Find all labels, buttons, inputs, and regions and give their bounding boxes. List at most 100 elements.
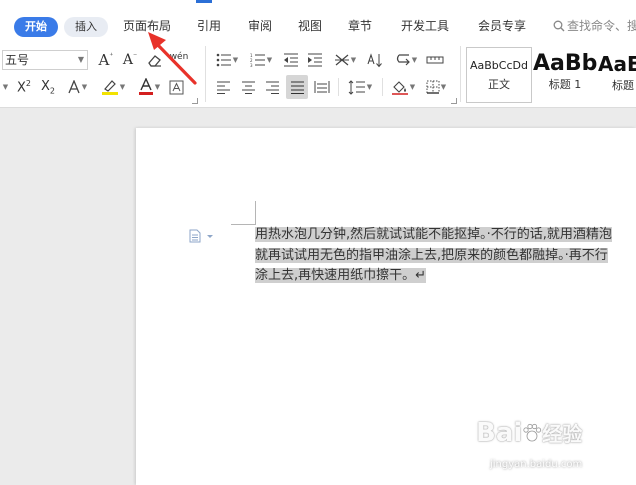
borders-icon <box>426 80 440 94</box>
style-heading-1[interactable]: AaBb 标题 1 <box>533 47 597 103</box>
tab-section[interactable]: 章节 <box>348 14 372 38</box>
style-heading-1-label: 标题 1 <box>548 78 582 91</box>
align-right-icon <box>265 81 279 94</box>
borders-button[interactable]: ▼ <box>423 76 449 98</box>
chinese-layout-button[interactable]: ▼ <box>332 49 358 71</box>
highlight-color-button[interactable]: ▼ <box>99 76 127 98</box>
text-line: 用热水泡几分钟,然后就试试能不能抠掉。·不行的话,就用酒精泡 <box>255 225 636 246</box>
down-caret-icon: ⁻ <box>132 51 138 60</box>
highlighter-icon <box>101 80 118 95</box>
paragraph-dialog-launcher[interactable] <box>451 98 457 104</box>
tab-member[interactable]: 会员专享 <box>478 14 526 38</box>
style-heading-2-label: 标题 <box>612 79 634 92</box>
tab-review[interactable]: 审阅 <box>248 14 272 38</box>
search-commands[interactable]: 查找命令、搜 <box>553 14 636 38</box>
show-hide-marks-button[interactable]: ▼ <box>392 49 420 71</box>
style-normal-label: 正文 <box>488 78 510 91</box>
font-group-more-button[interactable]: ▼ <box>0 76 10 98</box>
document-body-text[interactable]: 用热水泡几分钟,然后就试试能不能抠掉。·不行的话,就用酒精泡 就再试试用无色的指… <box>255 225 636 287</box>
font-size-value: 五号 <box>5 53 30 67</box>
search-icon <box>553 20 565 32</box>
subscript-icon: X2 <box>41 78 55 96</box>
outdent-icon <box>284 53 298 67</box>
chevron-down-icon: ▼ <box>411 56 418 64</box>
chevron-down-icon: ▼ <box>366 83 373 91</box>
text-line: 涂上去,再快速用纸巾擦干。↵ <box>255 266 636 287</box>
separator <box>460 46 461 102</box>
justify-button[interactable] <box>286 75 308 99</box>
paragraph-handle-icon[interactable] <box>188 228 216 247</box>
align-center-button[interactable] <box>239 76 257 98</box>
chevron-down-icon: ▼ <box>350 56 357 64</box>
sort-icon <box>367 53 382 68</box>
baidu-watermark: Bai 经验 jingyan.baidu.com <box>468 412 636 485</box>
ruler-icon <box>426 56 444 64</box>
style-heading-1-sample: AaBb <box>533 51 597 76</box>
decrease-font-size-button[interactable]: A ⁻ <box>120 49 140 71</box>
paw-icon <box>522 420 542 442</box>
justify-icon <box>290 81 304 94</box>
align-center-icon <box>241 81 255 94</box>
numbered-list-icon: 123 <box>250 53 265 67</box>
chevron-down-icon: ▼ <box>266 56 273 64</box>
chevron-down-icon: ▼ <box>77 55 84 64</box>
style-normal-sample: AaBbCcDd <box>470 59 528 72</box>
text-line: 就再试试用无色的指甲油涂上去,把原来的颜色都融掉。·再不行 <box>255 246 636 267</box>
paragraph-mark-icon <box>396 54 410 66</box>
tab-home[interactable]: 开始 <box>14 17 58 37</box>
grow-font-icon: A <box>98 51 110 69</box>
tab-stops-button[interactable] <box>425 49 445 71</box>
search-placeholder: 查找命令、搜 <box>567 19 636 33</box>
bullet-list-icon <box>216 53 231 67</box>
home-ribbon: 五号 ▼ A⁺ A⁻ wén ▼ X2 X2 ▼ ▼ ▼ ▼ 123▼ <box>0 40 636 108</box>
superscript-button[interactable]: X2 <box>14 76 34 98</box>
chevron-down-icon: ▼ <box>2 83 9 91</box>
chinese-layout-icon <box>334 54 349 66</box>
shrink-font-icon: A <box>122 52 133 68</box>
style-heading-2[interactable]: AaE 标题 <box>598 47 636 103</box>
margin-crop-mark <box>231 224 255 225</box>
paint-bucket-icon <box>391 81 408 95</box>
distributed-align-button[interactable] <box>313 76 331 98</box>
bullet-list-button[interactable]: ▼ <box>214 49 240 71</box>
active-window-indicator <box>196 0 212 3</box>
separator <box>338 78 339 96</box>
style-normal[interactable]: AaBbCcDd 正文 <box>466 47 532 103</box>
distributed-align-icon <box>314 81 330 93</box>
sort-button[interactable] <box>366 49 384 71</box>
separator <box>382 78 383 96</box>
subscript-button[interactable]: X2 <box>38 76 58 98</box>
watermark-url: jingyan.baidu.com <box>490 459 583 470</box>
tab-insert[interactable]: 插入 <box>64 17 108 37</box>
decrease-indent-button[interactable] <box>282 49 300 71</box>
tab-references[interactable]: 引用 <box>197 14 221 38</box>
align-right-button[interactable] <box>263 76 281 98</box>
line-spacing-button[interactable]: ▼ <box>346 76 374 98</box>
text-effect-button[interactable]: ▼ <box>64 76 90 98</box>
watermark-logo: Bai 经验 <box>476 418 583 448</box>
style-heading-2-sample: AaE <box>598 52 636 76</box>
increase-indent-button[interactable] <box>306 49 324 71</box>
selected-text: 用热水泡几分钟,然后就试试能不能抠掉。·不行的话,就用酒精泡 <box>255 227 612 242</box>
tab-view[interactable]: 视图 <box>298 14 322 38</box>
increase-font-size-button[interactable]: A ⁺ <box>96 49 116 71</box>
margin-crop-mark <box>255 201 256 225</box>
separator <box>205 46 206 102</box>
chevron-down-icon: ▼ <box>409 83 416 91</box>
tab-developer-tools[interactable]: 开发工具 <box>401 14 449 38</box>
align-left-button[interactable] <box>214 76 232 98</box>
selected-text: 就再试试用无色的指甲油涂上去,把原来的颜色都融掉。·再不行 <box>255 247 608 263</box>
shading-button[interactable]: ▼ <box>389 76 417 98</box>
line-spacing-icon <box>348 79 365 95</box>
annotation-arrow-icon <box>148 32 197 85</box>
chevron-down-icon: ▼ <box>119 83 126 91</box>
indent-icon <box>308 53 322 67</box>
font-size-select[interactable]: 五号 ▼ <box>2 50 88 70</box>
superscript-icon: X2 <box>17 78 31 96</box>
chevron-down-icon: ▼ <box>232 56 239 64</box>
font-dialog-launcher[interactable] <box>192 98 198 104</box>
align-left-icon <box>216 81 230 94</box>
ribbon-tab-bar: 开始 插入 页面布局 引用 审阅 视图 章节 开发工具 会员专享 查找命令、搜 <box>0 0 636 40</box>
numbered-list-button[interactable]: 1 2 3 ▼ <box>248 49 274 71</box>
selected-text: 涂上去,再快速用纸巾擦干。↵ <box>255 268 427 283</box>
